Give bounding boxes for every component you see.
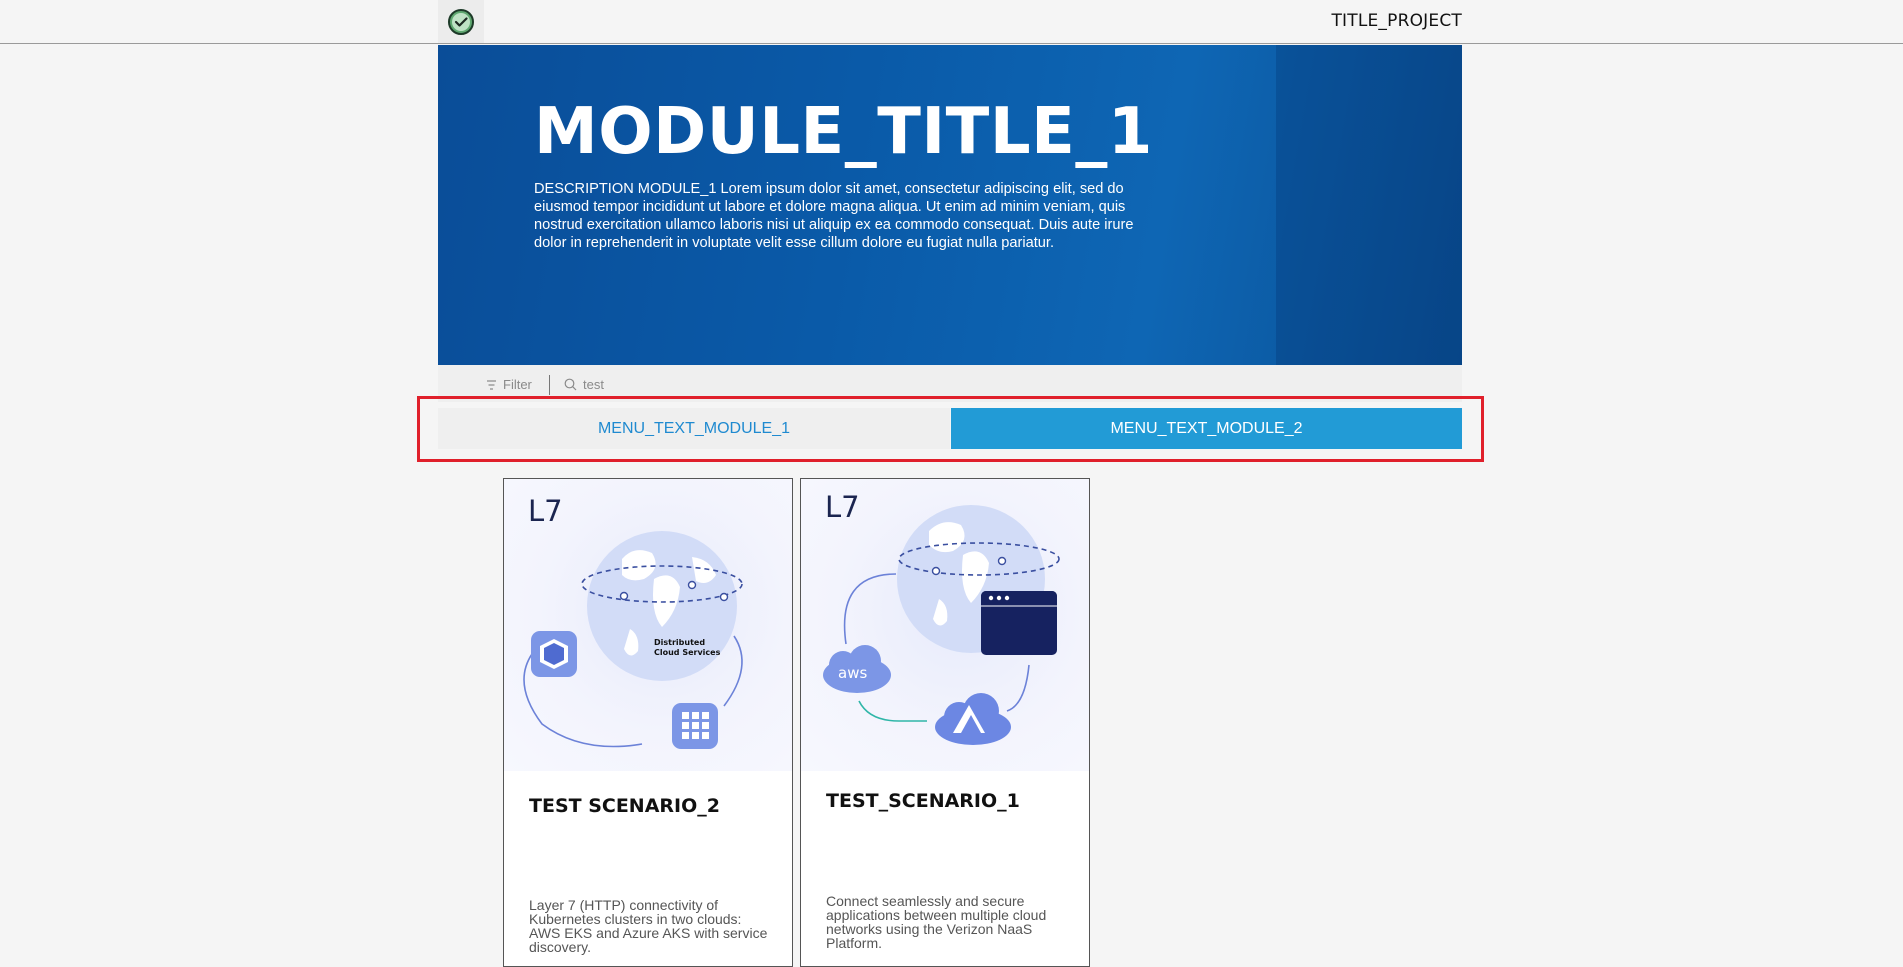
card-title: TEST_SCENARIO_1: [826, 790, 1020, 812]
card-badge: L7: [528, 494, 563, 528]
scenario-card[interactable]: L7 aws TEST_SCENARIO_1 Connect seamlessl…: [800, 478, 1090, 967]
search-value: test: [583, 377, 604, 392]
card-art-label: aws: [838, 664, 867, 682]
card-description: Layer 7 (HTTP) connectivity of Kubernete…: [529, 897, 768, 955]
filter-button[interactable]: Filter: [486, 377, 532, 392]
card-title: TEST SCENARIO_2: [529, 795, 720, 817]
globe-network-illustration-icon: L7 Distributed Cloud Services: [523, 494, 743, 749]
svg-text:Distributed: Distributed: [654, 638, 705, 647]
tabs-highlight-box: [417, 396, 1484, 462]
module-description: DESCRIPTION MODULE_1 Lorem ipsum dolor s…: [534, 181, 1134, 251]
filter-icon: [487, 379, 496, 390]
card-badge: L7: [825, 490, 860, 524]
toolbar-divider: [549, 375, 550, 395]
card-description: Connect seamlessly and secure applicatio…: [826, 893, 1047, 951]
hero-banner: MODULE_TITLE_1 DESCRIPTION MODULE_1 Lore…: [438, 45, 1462, 365]
check-circle-logo-icon: [448, 8, 474, 35]
search-input[interactable]: test: [564, 377, 604, 392]
top-bar: TITLE_PROJECT: [0, 0, 1903, 44]
multi-cloud-illustration-icon: L7 aws: [823, 490, 1060, 745]
card-illustration: L7 Distributed Cloud Services: [504, 479, 792, 771]
app-logo[interactable]: [438, 0, 484, 43]
svg-text:Cloud Services: Cloud Services: [654, 648, 721, 657]
filter-label: Filter: [503, 377, 532, 392]
card-illustration: L7 aws: [801, 479, 1089, 771]
scenario-card[interactable]: L7 Distributed Cloud Services TEST SCENA…: [503, 478, 793, 967]
search-icon: [564, 378, 577, 391]
project-title: TITLE_PROJECT: [1331, 11, 1462, 31]
module-title: MODULE_TITLE_1: [534, 95, 1153, 169]
hero-shade: [1276, 45, 1462, 365]
